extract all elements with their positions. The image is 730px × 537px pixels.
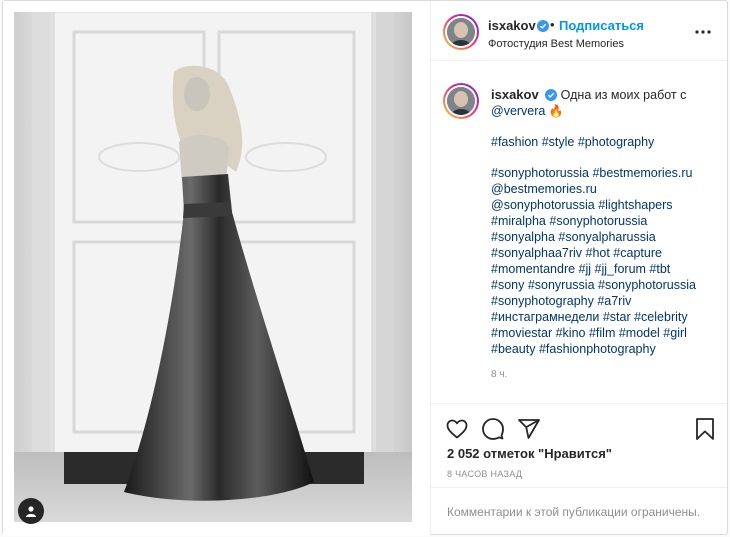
- caption-time: 8 ч.: [491, 369, 508, 380]
- verified-badge-icon: [537, 20, 549, 32]
- hashtag-line[interactable]: #miralpha #sonyphotorussia: [491, 214, 647, 228]
- hashtag-line[interactable]: #moviestar #kino #film #model #girl: [491, 326, 687, 340]
- avatar-photo: [447, 87, 475, 115]
- comments-restricted-notice: Комментарии к этой публикации ограничены…: [431, 487, 727, 536]
- post-header: isxakov • Подписаться Фотостудия Best Me…: [431, 1, 727, 61]
- caption-area: isxakov Одна из моих работ с @ververa 🔥 …: [431, 61, 727, 404]
- author-username[interactable]: isxakov: [488, 18, 536, 33]
- hashtag-line[interactable]: #sonyalpha #sonyalpharussia: [491, 230, 656, 244]
- instagram-post: isxakov • Подписаться Фотостудия Best Me…: [2, 0, 728, 536]
- hashtag-line[interactable]: #инстаграмнедели #star #celebrity: [491, 310, 688, 324]
- hashtag-line[interactable]: #sony #sonyrussia #sonyphotorussia: [491, 278, 696, 292]
- likes-count[interactable]: 2 052 отметок "Нравится": [447, 446, 612, 461]
- hashtag-line[interactable]: #sonyphotorussia #bestmemories.ru: [491, 166, 693, 180]
- more-dots-icon[interactable]: [693, 22, 713, 42]
- photo-image: [14, 12, 412, 522]
- follow-button[interactable]: Подписаться: [559, 18, 644, 33]
- post-sidebar: isxakov • Подписаться Фотостудия Best Me…: [431, 1, 727, 536]
- author-avatar[interactable]: [443, 14, 479, 50]
- photo-pane: [3, 1, 431, 536]
- post-photo[interactable]: [14, 12, 412, 522]
- location-link[interactable]: Фотостудия Best Memories: [488, 38, 624, 50]
- bookmark-icon[interactable]: [693, 417, 717, 441]
- hashtag-line[interactable]: #sonyalphaa7riv #hot #capture: [491, 246, 662, 260]
- verified-badge-icon: [545, 89, 558, 101]
- hashtag-line[interactable]: #momentandre #jj #jj_forum #tbt: [491, 262, 670, 276]
- separator-dot: •: [550, 17, 555, 32]
- share-icon[interactable]: [517, 417, 541, 441]
- hashtag-line[interactable]: #sonyphotography #a7riv: [491, 294, 631, 308]
- user-tag-icon: [26, 506, 36, 517]
- comment-icon[interactable]: [481, 417, 505, 441]
- comments-notice-text: Комментарии к этой публикации ограничены…: [447, 505, 701, 519]
- caption-avatar[interactable]: [443, 83, 479, 119]
- hashtag-line[interactable]: @sonyphotorussia #lightshapers: [491, 198, 673, 212]
- fire-emoji: 🔥: [548, 104, 564, 118]
- action-bar: [431, 405, 727, 451]
- hashtag-line[interactable]: #beauty #fashionphotography: [491, 342, 656, 356]
- avatar-photo: [447, 18, 475, 46]
- caption-intro: Одна из моих работ с: [560, 88, 687, 102]
- hashtag-line[interactable]: @bestmemories.ru: [491, 182, 597, 196]
- mention-link[interactable]: @ververa: [491, 104, 545, 118]
- posted-time[interactable]: 8 ЧАСОВ НАЗАД: [447, 469, 522, 479]
- hashtag-line[interactable]: #fashion #style #photography: [491, 135, 654, 149]
- heart-icon[interactable]: [445, 417, 469, 441]
- post-caption: isxakov Одна из моих работ с @ververa 🔥 …: [491, 87, 721, 357]
- tag-user-button[interactable]: [18, 498, 44, 524]
- caption-username[interactable]: isxakov: [491, 87, 539, 102]
